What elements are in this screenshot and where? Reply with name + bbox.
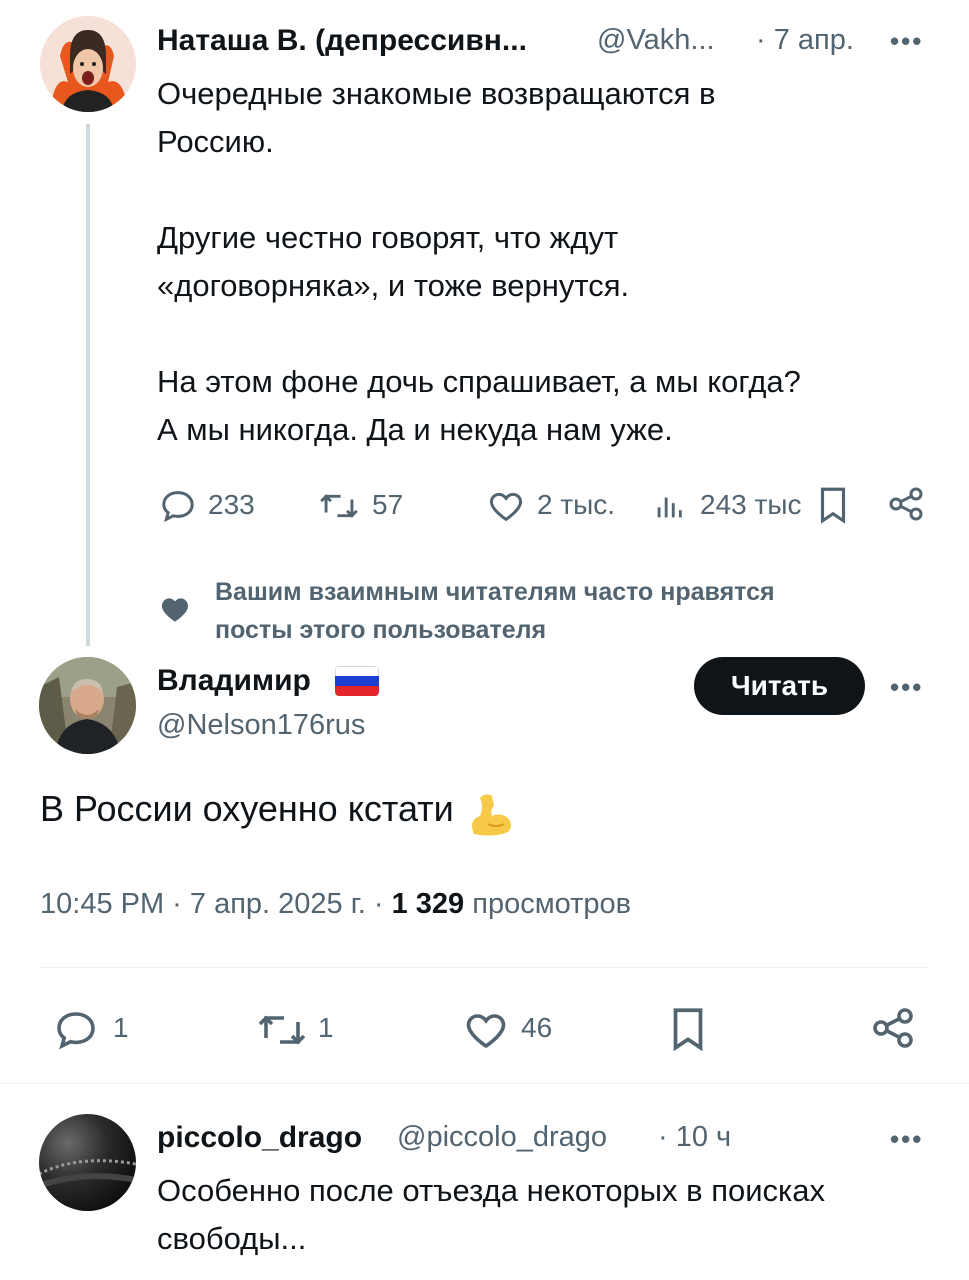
views-icon[interactable] (652, 488, 686, 524)
retweet-count: 1 (318, 1012, 334, 1043)
divider (0, 1083, 969, 1084)
tweet-time[interactable]: · 7 апр. (756, 24, 854, 57)
retweet-count: 57 (372, 489, 404, 520)
more-icon[interactable]: ••• (890, 1124, 923, 1155)
author-name[interactable]: piccolo_drago (157, 1121, 362, 1155)
reply-count: 1 (113, 1012, 129, 1043)
author-name[interactable]: Владимир (157, 664, 311, 698)
author-handle[interactable]: @piccolo_drago (397, 1121, 607, 1154)
like-count: 2 тыс. (537, 489, 616, 520)
tweet-meta: 10:45 PM · 7 апр. 2025 г. · 1 329 просмо… (40, 888, 631, 921)
views-count: 1 329 (391, 888, 465, 920)
share-icon[interactable] (886, 484, 926, 524)
reply-icon[interactable] (52, 1006, 100, 1054)
heart-icon[interactable] (485, 486, 527, 526)
flexed-biceps-icon (464, 788, 516, 845)
russia-flag-icon (335, 666, 379, 696)
more-icon[interactable]: ••• (890, 26, 923, 57)
avatar-piccolo[interactable] (39, 1114, 136, 1211)
author-handle[interactable]: @Vakh... (597, 24, 715, 57)
views-count: 243 тыс (700, 489, 802, 520)
views-label: просмотров (464, 888, 632, 920)
more-icon[interactable]: ••• (890, 672, 923, 703)
retweet-icon[interactable] (318, 486, 360, 526)
tweet-text: Особенно после отъезда некоторых в поиск… (157, 1173, 826, 1256)
retweet-icon[interactable] (255, 1006, 309, 1054)
reply-count: 233 (208, 489, 255, 520)
tweet-timestamp[interactable]: 10:45 PM · 7 апр. 2025 г. · (40, 888, 392, 920)
thread-line (86, 124, 90, 646)
tweet-text: В России охуенно кстати (40, 788, 454, 829)
mutual-note: Вашим взаимным читателям часто нравятся … (215, 578, 775, 644)
tweet-time[interactable]: · 10 ч (658, 1121, 731, 1154)
author-handle[interactable]: @Nelson176rus (157, 709, 365, 742)
divider (40, 967, 930, 968)
avatar-vladimir[interactable] (39, 657, 136, 754)
bookmark-icon[interactable] (815, 484, 851, 526)
share-icon[interactable] (869, 1004, 917, 1052)
bookmark-icon[interactable] (667, 1004, 709, 1054)
tweet-text-line: В России охуенно кстати (40, 788, 516, 845)
tweet-text: Очередные знакомые возвращаются в Россию… (157, 76, 801, 447)
heart-icon[interactable] (461, 1006, 511, 1054)
author-name[interactable]: Наташа В. (депрессивн... (157, 24, 527, 58)
avatar-natasha[interactable] (40, 16, 136, 112)
like-count: 46 (521, 1012, 553, 1043)
heart-filled-icon (158, 592, 192, 626)
follow-button[interactable]: Читать (694, 657, 865, 715)
reply-icon[interactable] (158, 486, 198, 526)
